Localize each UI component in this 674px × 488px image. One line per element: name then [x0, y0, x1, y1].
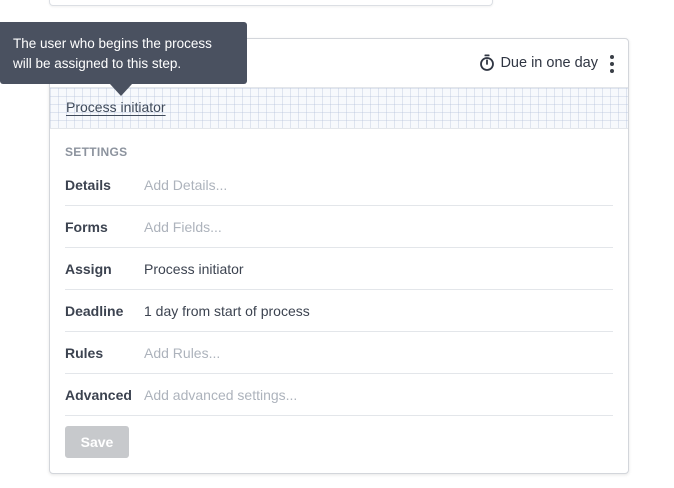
- settings-row-assign[interactable]: Assign Process initiator: [65, 248, 613, 290]
- save-button[interactable]: Save: [65, 426, 129, 458]
- assign-value[interactable]: Process initiator: [144, 261, 244, 277]
- due-indicator[interactable]: Due in one day: [479, 54, 598, 71]
- previous-step-card: [49, 0, 493, 6]
- settings-list: Details Add Details... Forms Add Fields.…: [65, 164, 613, 416]
- settings-row-deadline[interactable]: Deadline 1 day from start of process: [65, 290, 613, 332]
- row-label: Advanced: [65, 386, 132, 403]
- rules-placeholder[interactable]: Add Rules...: [144, 345, 220, 361]
- row-label: Forms: [65, 218, 108, 235]
- details-placeholder[interactable]: Add Details...: [144, 177, 227, 193]
- row-label: Deadline: [65, 302, 124, 319]
- tooltip-line-1: The user who begins the process: [13, 36, 212, 51]
- forms-placeholder[interactable]: Add Fields...: [144, 219, 222, 235]
- due-label: Due in one day: [500, 54, 598, 71]
- step-card: Due in one day Process initiator SETTING…: [49, 38, 629, 474]
- settings-heading: SETTINGS: [65, 145, 128, 159]
- stopwatch-icon: [480, 54, 495, 71]
- settings-row-rules[interactable]: Rules Add Rules...: [65, 332, 613, 374]
- tooltip-line-2: will be assigned to this step.: [13, 56, 182, 71]
- assignee-band: Process initiator: [50, 87, 628, 129]
- row-label: Rules: [65, 344, 104, 361]
- assignee-link[interactable]: Process initiator: [66, 99, 166, 115]
- row-label: Details: [65, 176, 111, 193]
- deadline-value[interactable]: 1 day from start of process: [144, 303, 310, 319]
- advanced-placeholder[interactable]: Add advanced settings...: [144, 387, 297, 403]
- row-label: Assign: [65, 260, 112, 277]
- assignee-tooltip: The user who begins the process will be …: [0, 22, 247, 84]
- settings-row-details[interactable]: Details Add Details...: [65, 164, 613, 206]
- settings-row-forms[interactable]: Forms Add Fields...: [65, 206, 613, 248]
- vertical-ellipsis-icon[interactable]: [607, 55, 617, 73]
- tooltip-arrow: [110, 84, 132, 96]
- settings-row-advanced[interactable]: Advanced Add advanced settings...: [65, 374, 613, 416]
